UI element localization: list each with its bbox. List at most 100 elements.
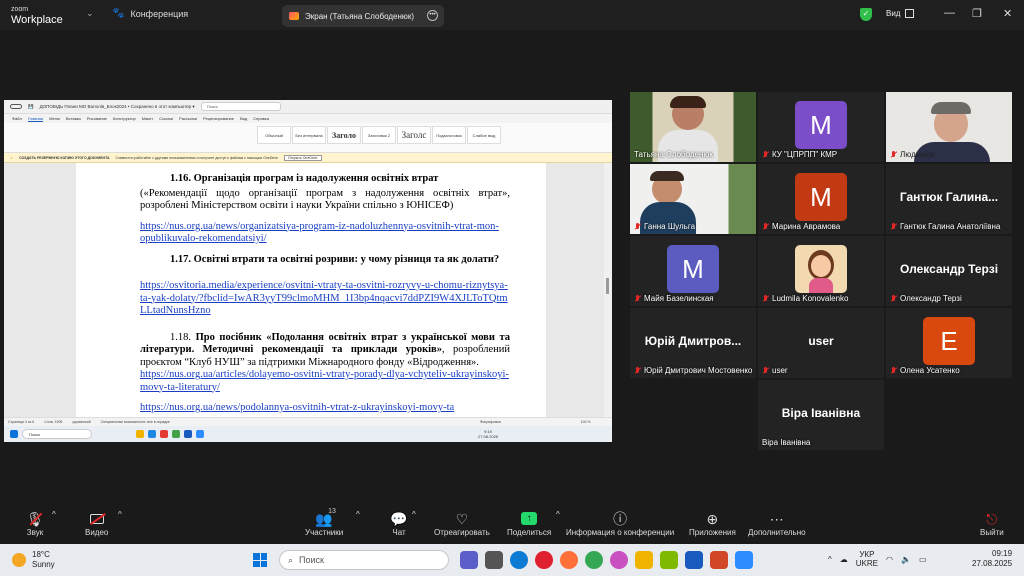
link-1-17[interactable]: https://osvitoria.media/experience/osvit…	[140, 280, 510, 318]
share-button[interactable]: ↑ Поделиться	[507, 510, 551, 537]
close-icon[interactable]: ✕	[1003, 7, 1012, 20]
inner-app-icon[interactable]	[184, 430, 192, 438]
ribbon-tab[interactable]: Вид	[240, 116, 247, 121]
taskbar-search-input[interactable]: ⌕ Поиск	[279, 550, 449, 570]
firefox-icon[interactable]	[560, 551, 578, 569]
ribbon-tab[interactable]: Меню	[49, 116, 60, 121]
taskview-icon[interactable]	[485, 551, 503, 569]
document-page[interactable]: 1.16. Організація програм із надолуження…	[76, 163, 546, 417]
zoom-icon[interactable]	[735, 551, 753, 569]
participants-options-caret[interactable]: ^	[356, 510, 360, 519]
ribbon-tab[interactable]: Макет	[142, 116, 153, 121]
speaker-icon[interactable]: 🔈	[901, 555, 911, 564]
video-button[interactable]: Видео	[85, 510, 108, 537]
video-options-caret[interactable]: ^	[118, 510, 122, 519]
ribbon-tab[interactable]: Справка	[253, 116, 269, 121]
ribbon-tab[interactable]: Рассылки	[179, 116, 197, 121]
ribbon-tab[interactable]: Рецензирование	[203, 116, 234, 121]
meeting-info-button[interactable]: ⓘ Информация о конференции	[566, 510, 674, 537]
chevron-down-icon[interactable]: ⌄	[86, 8, 94, 19]
document-scrollbar[interactable]	[604, 163, 612, 417]
autosave-toggle[interactable]	[10, 104, 22, 109]
share-options-caret[interactable]: ^	[556, 510, 560, 519]
ribbon-tab[interactable]: Ссылки	[159, 116, 173, 121]
word-search-input[interactable]: Поиск	[200, 102, 281, 111]
explorer-icon[interactable]	[635, 551, 653, 569]
inner-app-icon[interactable]	[148, 430, 156, 438]
windows-start-icon[interactable]	[253, 553, 267, 567]
open-onedrive-button[interactable]: Открыть OneDrive	[283, 154, 322, 161]
link-1-18[interactable]: https://nus.org.ua/articles/dolayemo-osv…	[140, 369, 510, 394]
scroll-thumb[interactable]	[606, 278, 609, 294]
opera-icon[interactable]	[535, 551, 553, 569]
tab-conference[interactable]: 🐾 Конференция	[112, 8, 188, 19]
participant-tile[interactable]: user user	[758, 308, 884, 378]
chrome-icon[interactable]	[585, 551, 603, 569]
store-icon[interactable]	[660, 551, 678, 569]
edge-icon[interactable]	[510, 551, 528, 569]
status-focus[interactable]: Фокусировка	[480, 420, 501, 424]
participant-tile[interactable]: Віра Іванівна Віра Іванівна	[758, 380, 884, 450]
participant-tile[interactable]: Гантюк Галина... Гантюк Галина Анатоліїв…	[886, 164, 1012, 234]
ribbon-tab[interactable]: Файл	[12, 116, 22, 121]
cloud-icon[interactable]: ☁	[840, 555, 848, 564]
participant-tile[interactable]: M КУ "ЦПРПП" КМР	[758, 92, 884, 162]
more-icon[interactable]: •••	[427, 10, 438, 21]
inner-app-icon[interactable]	[160, 430, 168, 438]
apps-button[interactable]: ⊕ Приложения	[689, 510, 736, 538]
react-button[interactable]: ♡ Отреагировать	[434, 510, 490, 538]
ribbon-tab-active[interactable]: Главная	[27, 116, 44, 122]
grid-icon[interactable]	[905, 9, 914, 18]
ribbon-tab[interactable]: Конструктор	[113, 116, 136, 121]
teams-icon[interactable]	[460, 551, 478, 569]
style-subtle-emphasis[interactable]: Слабое выд	[467, 126, 501, 144]
tab-screen-share[interactable]: Экран (Татьяна Слободенюк) •••	[282, 5, 444, 27]
wifi-icon[interactable]: ◠	[886, 555, 893, 564]
restore-icon[interactable]: ❐	[972, 7, 982, 20]
inner-start-icon[interactable]	[10, 430, 18, 438]
ribbon-tab[interactable]: Рисование	[87, 116, 107, 121]
view-button[interactable]: Вид	[886, 9, 900, 18]
chat-button[interactable]: 💬 Чат	[389, 510, 409, 538]
participant-tile[interactable]: Людмила	[886, 92, 1012, 162]
leave-button[interactable]: ⎋ Выйти	[980, 510, 1004, 538]
more-button[interactable]: ⋯ Дополнительно	[748, 510, 806, 538]
copilot-icon[interactable]	[610, 551, 628, 569]
powerpoint-icon[interactable]	[710, 551, 728, 569]
style-heading2[interactable]: Заголовок 2	[362, 126, 396, 144]
style-heading1[interactable]: Заголо	[327, 126, 361, 144]
chevron-up-icon[interactable]: ^	[828, 555, 832, 564]
style-title[interactable]: Заголс	[397, 126, 431, 144]
participant-tile[interactable]: Ганна Шульга	[630, 164, 756, 234]
style-no-spacing[interactable]: Без интервала	[292, 126, 326, 144]
participant-tile[interactable]: E Олена Усатенко	[886, 308, 1012, 378]
shield-icon[interactable]: ✓	[860, 8, 872, 21]
participant-tile[interactable]: Ludmila Konovalenko	[758, 236, 884, 306]
link-1-19[interactable]: https://nus.org.ua/news/podolannya-osvit…	[140, 402, 510, 415]
save-icon[interactable]: 💾	[28, 104, 34, 110]
participant-tile[interactable]: M Марина Аврамова	[758, 164, 884, 234]
status-zoom[interactable]: 100 %	[581, 420, 591, 424]
inner-search-input[interactable]: Поиск	[22, 429, 92, 439]
inner-app-icon[interactable]	[136, 430, 144, 438]
participants-button[interactable]: 👥 13 Участники	[305, 508, 343, 537]
participant-tile[interactable]: Юрій Дмитров... Юрій Дмитрович Мостовенк…	[630, 308, 756, 378]
audio-options-caret[interactable]: ^	[52, 510, 56, 519]
battery-icon[interactable]: ▭	[919, 555, 927, 564]
participant-tile[interactable]: Татьяна Слободенюк	[630, 92, 756, 162]
chat-options-caret[interactable]: ^	[412, 510, 416, 519]
style-normal[interactable]: Обычный	[257, 126, 291, 144]
participant-tile[interactable]: Олександр Терзі Олександр Терзі	[886, 236, 1012, 306]
language-indicator[interactable]: УКР UKRE	[856, 550, 878, 568]
ribbon-tab[interactable]: Вставка	[66, 116, 81, 121]
audio-button[interactable]: 🎙 Звук	[25, 510, 45, 538]
inner-app-icon[interactable]	[196, 430, 204, 438]
minimize-icon[interactable]: —	[944, 7, 955, 19]
word-icon[interactable]	[685, 551, 703, 569]
weather-widget[interactable]: 18°C Sunny	[12, 550, 55, 570]
participant-tile[interactable]: M Майя Базелинская	[630, 236, 756, 306]
link-1-16[interactable]: https://nus.org.ua/news/organizatsiya-pr…	[140, 221, 510, 246]
inner-app-icon[interactable]	[172, 430, 180, 438]
style-subtitle[interactable]: Подзаголовок	[432, 126, 466, 144]
taskbar-clock[interactable]: 09:19 27.08.2025	[972, 549, 1012, 569]
